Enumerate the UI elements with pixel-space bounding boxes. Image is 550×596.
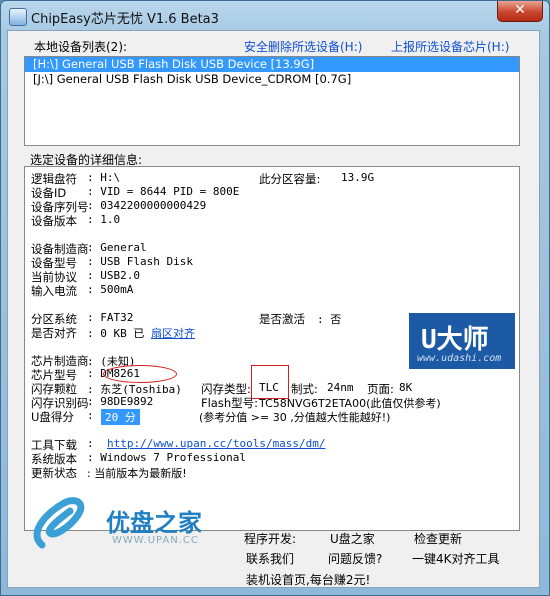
udashi-badge: U大师 www.udashi.com xyxy=(409,313,515,369)
device-item-j[interactable]: [J:\] General USB Flash Disk USB Device_… xyxy=(25,72,519,87)
window-title: ChipEasy芯片无忧 V1.6 Beta3 xyxy=(31,12,219,27)
chip-model-highlight xyxy=(103,365,177,383)
score-value: 20 分 xyxy=(101,409,140,425)
page-value: 8K xyxy=(399,381,413,394)
device-id-value: : VID = 8644 PID = 800E xyxy=(87,185,240,198)
active-value: : 否 xyxy=(317,313,342,326)
title-bar[interactable]: ChipEasy芯片无忧 V1.6 Beta3 ✕ xyxy=(1,1,549,31)
badge-url: www.udashi.com xyxy=(417,353,502,364)
update-key: 更新状态 xyxy=(31,466,77,480)
active-key: 是否激活 xyxy=(259,312,305,326)
clip-icon xyxy=(33,497,85,549)
protocol-value: : USB2.0 xyxy=(87,269,140,282)
align-value: : 0 KB 已 xyxy=(87,327,145,340)
flash-type-highlight xyxy=(251,365,289,399)
upan-home-link[interactable]: U盘之家 xyxy=(330,530,375,547)
upan-logo: 优盘之家 WWW.UPAN.CC xyxy=(28,493,218,573)
safe-remove-link[interactable]: 安全删除所选设备(H:) xyxy=(244,38,362,55)
align-tool-link[interactable]: 一键4K对齐工具 xyxy=(412,550,500,567)
close-button[interactable]: ✕ xyxy=(497,1,543,22)
device-listbox[interactable]: [H:\] General USB Flash Disk USB Device … xyxy=(24,56,520,146)
tool-download-link[interactable]: http://www.upan.cc/tools/mass/dm/ xyxy=(107,437,326,450)
current-value: : 500mA xyxy=(87,283,134,296)
drive-letter-value: : H:\ xyxy=(87,171,121,184)
device-item-h[interactable]: [H:\] General USB Flash Disk USB Device … xyxy=(25,57,519,72)
check-update-link[interactable]: 检查更新 xyxy=(414,530,462,547)
report-chip-link[interactable]: 上报所选设备芯片(H:) xyxy=(391,38,509,55)
current-key: 输入电流 xyxy=(31,284,77,298)
score-key: U盘得分 xyxy=(31,410,74,424)
vendor-value: : General xyxy=(87,241,147,254)
score-note: (参考分值 >= 30 ,分值越大性能越好!) xyxy=(199,411,391,424)
details-panel: 逻辑盘符 : H:\ 此分区容量: 13.9G 设备ID : VID = 864… xyxy=(24,166,520,531)
version-key: 设备版本 xyxy=(31,214,77,228)
flash-id-value: : 98DE9892 xyxy=(87,395,154,408)
homepage-link[interactable]: 装机设首页,每台赚2元! xyxy=(246,571,370,588)
serial-value: : 0342200000000429 xyxy=(87,199,207,212)
logo-subtext: WWW.UPAN.CC xyxy=(112,535,199,546)
version-value: : 1.0 xyxy=(87,213,121,226)
feedback-link[interactable]: 问题反馈? xyxy=(328,550,382,567)
model-value: : USB Flash Disk xyxy=(87,255,193,268)
partition-capacity-key: 此分区容量: xyxy=(259,172,321,186)
app-icon xyxy=(9,8,27,26)
update-value: : 当前版本为最新版! xyxy=(87,467,187,480)
developer-label: 程序开发: xyxy=(244,532,297,546)
partition-capacity-value: 13.9G xyxy=(341,171,375,184)
fs-value: : FAT32 xyxy=(87,311,134,324)
sector-align-link[interactable]: 扇区对齐 xyxy=(151,325,195,341)
process-value: 24nm xyxy=(327,381,354,394)
badge-title: U大师 xyxy=(421,325,489,355)
contact-link[interactable]: 联系我们 xyxy=(246,550,294,567)
device-list-label: 本地设备列表(2): xyxy=(34,40,128,54)
logo-text: 优盘之家 xyxy=(106,509,202,537)
align-key: 是否对齐 xyxy=(31,326,77,340)
os-value: : Windows 7 Professional xyxy=(87,451,246,464)
